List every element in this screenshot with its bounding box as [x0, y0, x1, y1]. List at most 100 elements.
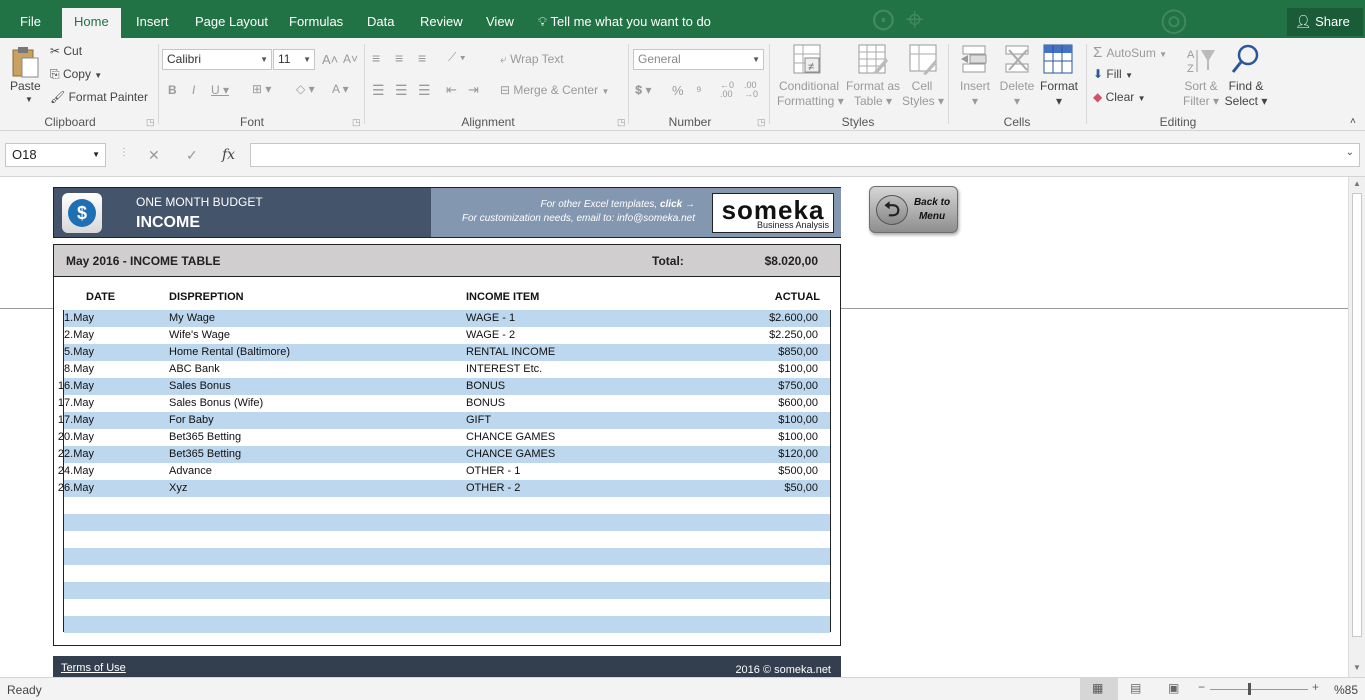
table-row[interactable]: 26.May Xyz OTHER - 2 $50,00 — [58, 480, 830, 497]
cancel-icon[interactable]: ✕ — [148, 147, 160, 164]
zoom-slider[interactable] — [1210, 689, 1308, 690]
grow-font-icon[interactable]: A˄ — [322, 52, 338, 67]
align-middle-icon[interactable]: ≡ — [395, 50, 403, 66]
back-to-menu-button[interactable]: ⮌ Back to Menu — [869, 186, 958, 233]
table-row[interactable] — [64, 497, 830, 514]
tab-view[interactable]: View — [474, 8, 526, 38]
number-format-select[interactable]: General ▼ — [633, 49, 764, 70]
decrease-decimal-icon[interactable]: .00 →0 — [744, 81, 758, 99]
decrease-indent-icon[interactable]: ⇤ — [446, 82, 457, 98]
find-select-button[interactable]: Find & Select ▾ — [1224, 79, 1268, 109]
table-row[interactable] — [64, 514, 830, 531]
tab-formulas[interactable]: Formulas — [277, 8, 355, 38]
drag-handle-icon[interactable]: ⋮ — [119, 147, 129, 158]
page-break-view-icon[interactable]: ▣ — [1168, 681, 1179, 695]
cell-styles-button[interactable]: Cell Styles ▾ — [902, 79, 944, 109]
format-painter-button[interactable]: 🖌︎ Format Painter — [50, 90, 148, 104]
tab-page-layout[interactable]: Page Layout — [183, 8, 280, 38]
table-row[interactable]: 2.May Wife's Wage WAGE - 2 $2.250,00 — [64, 327, 830, 344]
scrollbar-thumb[interactable] — [1352, 193, 1362, 637]
promo-line-2[interactable]: For customization needs, email to: info@… — [462, 213, 695, 224]
conditional-formatting-button[interactable]: Conditional Formatting ▾ — [777, 79, 844, 109]
dialog-launcher-icon[interactable]: ◳ — [757, 117, 766, 128]
bold-icon[interactable]: B — [168, 83, 177, 97]
collapse-ribbon-icon[interactable]: ˄ — [1350, 116, 1356, 127]
increase-indent-icon[interactable]: ⇥ — [468, 82, 479, 98]
accounting-format-icon[interactable]: 💲︎ ▾ — [635, 83, 652, 98]
table-row[interactable]: 17.May For Baby GIFT $100,00 — [58, 412, 830, 429]
clear-button[interactable]: ◆ Clear ▼ — [1093, 90, 1146, 104]
paste-button[interactable]: Paste — [10, 79, 41, 93]
tab-home[interactable]: Home — [62, 8, 121, 38]
autosum-button[interactable]: Σ AutoSum ▼ — [1093, 44, 1167, 61]
zoom-level[interactable]: %85 — [1334, 683, 1358, 697]
align-left-icon[interactable]: ☰ — [372, 82, 385, 99]
table-row[interactable] — [64, 582, 830, 599]
table-row[interactable]: 16.May Sales Bonus BONUS $750,00 — [58, 378, 830, 395]
tab-review[interactable]: Review — [408, 8, 475, 38]
font-name-select[interactable]: Calibri ▼ — [162, 49, 272, 70]
format-cells-button[interactable]: Format ▾ — [1039, 79, 1079, 109]
font-color-icon[interactable]: A ▾ — [332, 82, 349, 96]
cut-button[interactable]: ✂ Cut — [50, 44, 82, 58]
table-row[interactable] — [64, 531, 830, 548]
wrap-text-button[interactable]: ⤶ Wrap Text — [500, 52, 564, 67]
insert-cells-button[interactable]: Insert ▾ — [958, 79, 992, 109]
increase-decimal-icon[interactable]: ←0.00 — [720, 81, 734, 99]
font-size-select[interactable]: 11 ▼ — [273, 49, 315, 70]
borders-icon[interactable]: ⊞ ▾ — [252, 82, 271, 96]
align-center-icon[interactable]: ☰ — [395, 82, 408, 99]
expand-formula-icon[interactable]: ⌄ — [1346, 147, 1354, 158]
percent-icon[interactable]: % — [672, 83, 684, 98]
dialog-launcher-icon[interactable]: ◳ — [352, 117, 361, 128]
someka-logo[interactable]: someka Business Analysis — [712, 193, 834, 233]
paste-dropdown-icon[interactable]: ▼ — [25, 95, 33, 104]
align-right-icon[interactable]: ☰ — [418, 82, 431, 99]
zoom-out-icon[interactable]: − — [1198, 680, 1205, 694]
italic-icon[interactable]: I — [192, 83, 195, 97]
merge-center-button[interactable]: ⊟ Merge & Center ▼ — [500, 83, 609, 97]
table-row[interactable] — [64, 565, 830, 582]
tab-file[interactable]: File — [8, 8, 53, 38]
dialog-launcher-icon[interactable]: ◳ — [146, 117, 155, 128]
table-row[interactable]: 8.May ABC Bank INTEREST Etc. $100,00 — [64, 361, 830, 378]
terms-of-use-link[interactable]: Terms of Use — [61, 662, 126, 674]
worksheet[interactable]: For other Excel templates, click → For c… — [0, 177, 1348, 677]
tell-me-search[interactable]: 💡︎ Tell me what you want to do — [538, 8, 711, 38]
share-button[interactable]: 👤︎ Share — [1287, 8, 1363, 36]
zoom-in-icon[interactable]: + — [1312, 680, 1319, 694]
format-as-table-button[interactable]: Format as Table ▾ — [843, 79, 903, 109]
table-row[interactable]: 17.May Sales Bonus (Wife) BONUS $600,00 — [58, 395, 830, 412]
enter-icon[interactable]: ✓ — [186, 147, 198, 164]
delete-cells-button[interactable]: Delete ▾ — [999, 79, 1035, 109]
table-row[interactable] — [64, 616, 830, 633]
sort-filter-button[interactable]: Sort & Filter ▾ — [1181, 79, 1221, 109]
table-row[interactable]: 20.May Bet365 Betting CHANCE GAMES $100,00 — [58, 429, 830, 446]
formula-input[interactable]: ⌄ — [250, 143, 1360, 167]
table-row[interactable] — [64, 548, 830, 565]
underline-icon[interactable]: U ▾ — [211, 83, 229, 97]
tab-insert[interactable]: Insert — [124, 8, 181, 38]
tab-data[interactable]: Data — [355, 8, 406, 38]
table-row[interactable]: 22.May Bet365 Betting CHANCE GAMES $120,00 — [58, 446, 830, 463]
table-row[interactable]: 5.May Home Rental (Baltimore) RENTAL INCOM… — [64, 344, 830, 361]
align-bottom-icon[interactable]: ≡ — [418, 50, 426, 66]
copy-button[interactable]: ⎘ Copy ▼ — [50, 67, 102, 82]
fill-button[interactable]: ⬇ Fill ▼ — [1093, 67, 1133, 81]
scroll-down-icon[interactable]: ▼ — [1353, 663, 1361, 672]
comma-style-icon[interactable]: ⁹ — [696, 83, 702, 98]
promo-line-1[interactable]: For other Excel templates, click → — [540, 199, 695, 210]
vertical-scrollbar[interactable]: ▲ ▼ — [1348, 177, 1365, 677]
fill-color-icon[interactable]: ◇ ▾ — [296, 82, 315, 96]
zoom-slider-thumb[interactable] — [1248, 683, 1251, 695]
shrink-font-icon[interactable]: A˅ — [343, 52, 358, 66]
orientation-icon[interactable]: ⟋ ▾ — [448, 50, 466, 65]
align-top-icon[interactable]: ≡ — [372, 50, 380, 66]
name-box[interactable]: O18 ▼ — [5, 143, 106, 167]
page-layout-view-icon[interactable]: ▤ — [1130, 681, 1141, 695]
insert-function-icon[interactable]: fx — [222, 147, 235, 163]
dialog-launcher-icon[interactable]: ◳ — [617, 117, 626, 128]
scroll-up-icon[interactable]: ▲ — [1353, 179, 1361, 188]
normal-view-button[interactable]: ▦ — [1080, 678, 1118, 700]
table-row[interactable] — [64, 599, 830, 616]
